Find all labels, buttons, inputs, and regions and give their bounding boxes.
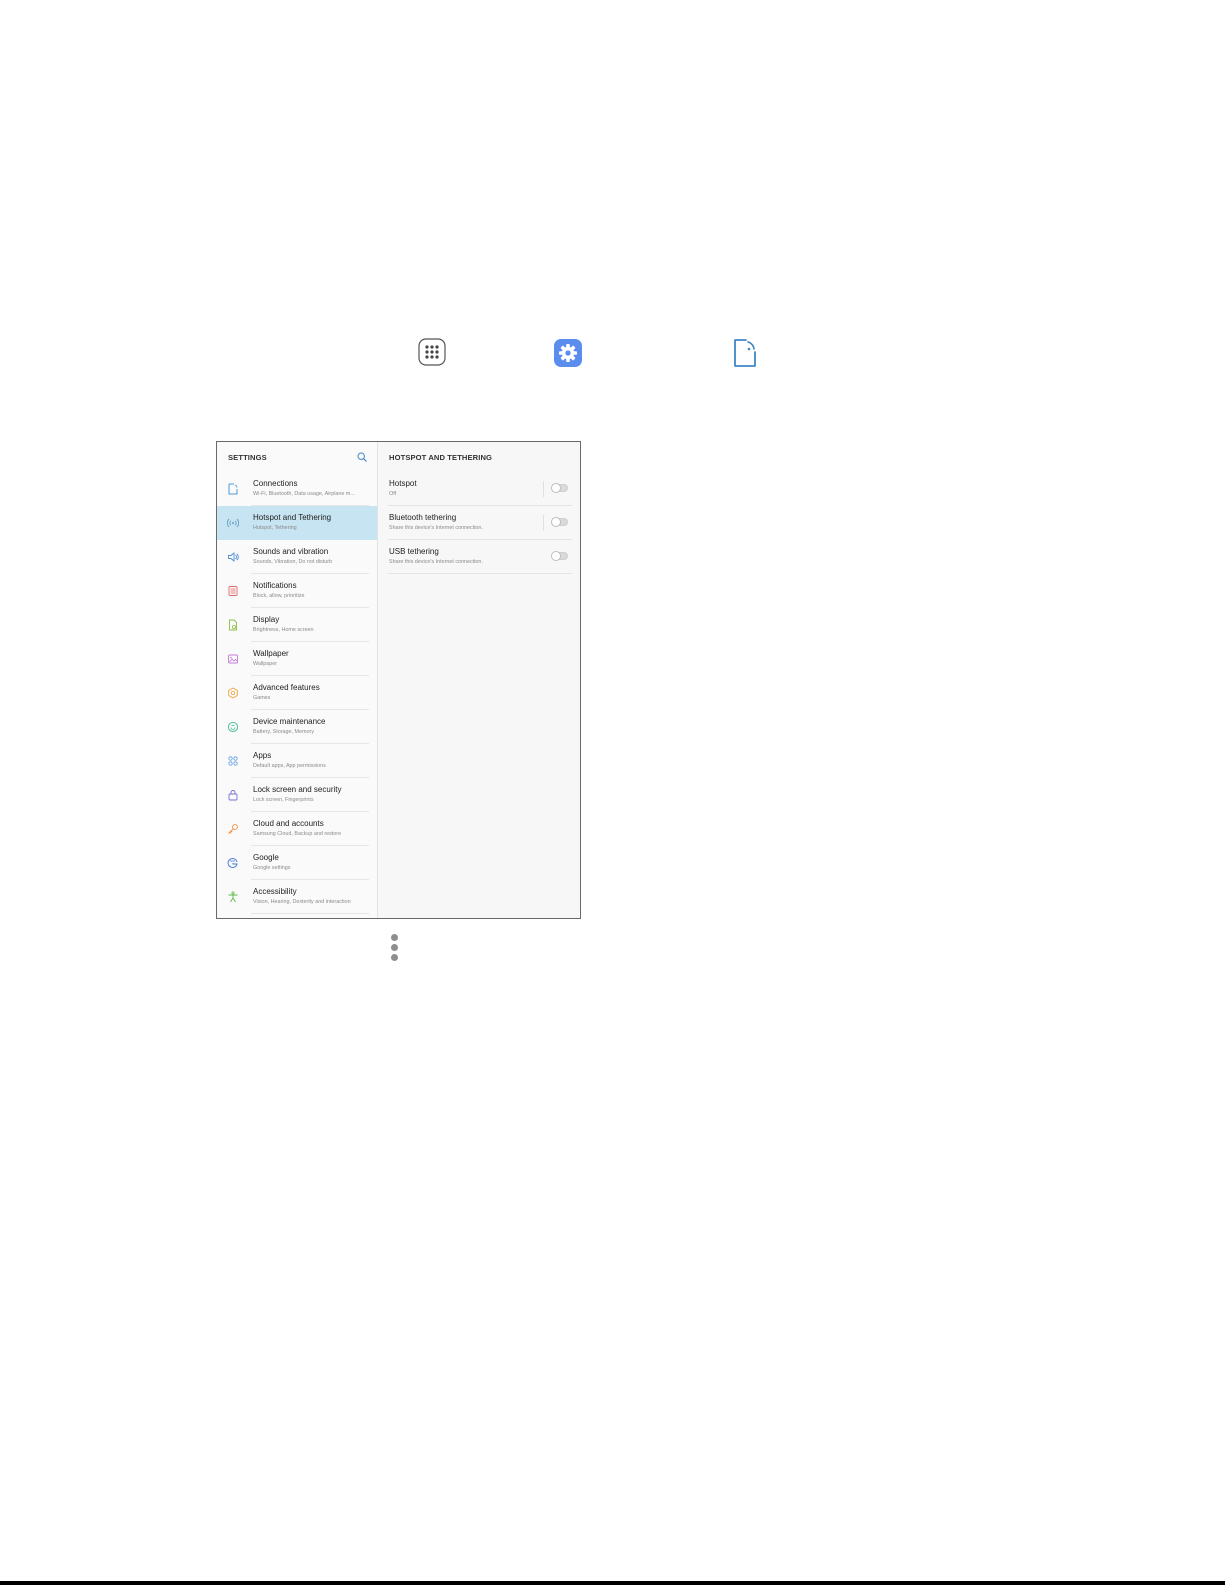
sidebar-item-subtitle: Block, allow, prioritize: [253, 592, 305, 599]
sidebar-item-sounds-and-vibration[interactable]: Sounds and vibration Sounds, Vibration, D…: [217, 540, 377, 574]
sidebar-item-connections[interactable]: Connections Wi-Fi, Bluetooth, Data usage,…: [217, 472, 377, 506]
apps-grid-icon: [228, 756, 238, 766]
settings-header: SETTINGS: [217, 442, 377, 472]
notifications-icon: [228, 586, 238, 596]
toggle-knob: [551, 517, 561, 527]
sidebar-item-subtitle: Google settings: [253, 864, 291, 871]
setting-row-usb-tethering[interactable]: USB tethering Share this device's Interne…: [388, 540, 572, 574]
setting-title: USB tethering: [389, 547, 439, 556]
sidebar-item-subtitle: Vision, Hearing, Dexterity and interacti…: [253, 898, 351, 905]
setting-title: Hotspot: [389, 479, 417, 488]
sidebar-item-cloud-and-accounts[interactable]: Cloud and accounts Samsung Cloud, Backup …: [217, 812, 377, 846]
sidebar-item-label: Sounds and vibration: [253, 547, 329, 556]
sidebar-item-label: Google: [253, 853, 279, 862]
search-icon[interactable]: [357, 452, 367, 462]
sidebar-item-wallpaper[interactable]: Wallpaper Wallpaper: [217, 642, 377, 676]
detail-list: Hotspot Off Bluetooth tethering Share this …: [378, 472, 580, 574]
accessibility-icon: [228, 891, 238, 903]
sidebar-item-device-maintenance[interactable]: Device maintenance Battery, Storage, Memo…: [217, 710, 377, 744]
settings-list-pane: SETTINGS Connections Wi-Fi, Bluetooth, Da…: [217, 442, 377, 918]
settings-screen: SETTINGS Connections Wi-Fi, Bluetooth, Da…: [216, 441, 581, 919]
sidebar-item-subtitle: Games: [253, 694, 271, 701]
advanced-features-icon: [228, 687, 238, 699]
sidebar-item-advanced-features[interactable]: Advanced features Games: [217, 676, 377, 710]
sidebar-item-subtitle: Wallpaper: [253, 660, 278, 667]
sidebar-item-label: Apps: [253, 751, 272, 760]
instruction-icons: [0, 0, 1225, 400]
sidebar-item-subtitle: Brightness, Home screen: [253, 626, 314, 633]
detail-title: HOTSPOT AND TETHERING: [389, 452, 493, 462]
toggle-switch[interactable]: [551, 551, 568, 561]
sidebar-item-label: Device maintenance: [253, 717, 326, 726]
sidebar-item-subtitle: Default apps, App permissions: [253, 762, 326, 769]
sidebar-item-subtitle: Battery, Storage, Memory: [253, 728, 315, 735]
toggle-switch[interactable]: [551, 517, 568, 527]
sidebar-item-label: Connections: [253, 479, 298, 488]
sidebar-item-accessibility[interactable]: Accessibility Vision, Hearing, Dexterity …: [217, 880, 377, 914]
setting-row-bluetooth-tethering[interactable]: Bluetooth tethering Share this device's I…: [388, 506, 572, 540]
sidebar-item-label: Lock screen and security: [253, 785, 342, 794]
google-icon: [227, 858, 238, 868]
sidebar-item-label: Display: [253, 615, 280, 624]
setting-subtitle: Share this device's Internet connection.: [389, 558, 483, 565]
toggle-knob: [551, 551, 561, 561]
apps-icon[interactable]: [418, 338, 446, 366]
sidebar-item-subtitle: Hotspot, Tethering: [253, 524, 297, 531]
sidebar-item-subtitle: Sounds, Vibration, Do not disturb: [253, 558, 333, 565]
lock-icon: [228, 790, 238, 801]
toggle-knob: [551, 483, 561, 493]
setting-subtitle: Share this device's Internet connection.: [389, 524, 483, 531]
sidebar-item-notifications[interactable]: Notifications Block, allow, prioritize: [217, 574, 377, 608]
sidebar-item-google[interactable]: Google Google settings: [217, 846, 377, 880]
toggle-switch[interactable]: [551, 483, 568, 493]
settings-title: SETTINGS: [228, 452, 267, 462]
key-icon: [228, 824, 238, 834]
device-maintenance-icon: [227, 721, 239, 733]
row-separator: [251, 913, 369, 914]
settings-gear-icon[interactable]: [554, 339, 582, 367]
speaker-icon: [228, 552, 239, 562]
sidebar-item-apps[interactable]: Apps Default apps, App permissions: [217, 744, 377, 778]
setting-subtitle: Off: [389, 490, 397, 497]
toggle-divider: [543, 481, 544, 497]
connections-icon: [228, 483, 238, 495]
sidebar-item-lock-screen-and-security[interactable]: Lock screen and security Lock screen, Fin…: [217, 778, 377, 812]
toggle-divider: [543, 515, 544, 531]
setting-row-hotspot[interactable]: Hotspot Off: [388, 472, 572, 506]
setting-title: Bluetooth tethering: [389, 513, 457, 522]
page-bottom-rule: [0, 1581, 1225, 1585]
settings-menu: Connections Wi-Fi, Bluetooth, Data usage,…: [217, 472, 377, 914]
sidebar-item-display[interactable]: Display Brightness, Home screen: [217, 608, 377, 642]
sidebar-item-label: Hotspot and Tethering: [253, 513, 332, 522]
sidebar-item-label: Wallpaper: [253, 649, 289, 658]
wallpaper-icon: [228, 654, 238, 664]
sidebar-item-subtitle: Wi-Fi, Bluetooth, Data usage, Airplane m…: [253, 490, 355, 497]
sidebar-item-label: Accessibility: [253, 887, 297, 896]
sidebar-item-label: Advanced features: [253, 683, 320, 692]
connections-icon[interactable]: [732, 338, 758, 368]
detail-pane: HOTSPOT AND TETHERING Hotspot Off Bluetoot…: [378, 442, 580, 918]
detail-header: HOTSPOT AND TETHERING: [378, 442, 580, 472]
display-icon: [229, 619, 237, 631]
sidebar-item-hotspot-and-tethering[interactable]: Hotspot and Tethering Hotspot, Tethering: [217, 506, 377, 540]
sidebar-item-label: Cloud and accounts: [253, 819, 324, 828]
hotspot-icon: [227, 518, 239, 528]
sidebar-item-label: Notifications: [253, 581, 297, 590]
more-options-icon[interactable]: [390, 934, 398, 962]
sidebar-item-subtitle: Samsung Cloud, Backup and restore: [253, 830, 342, 837]
sidebar-item-subtitle: Lock screen, Fingerprints: [253, 796, 314, 803]
